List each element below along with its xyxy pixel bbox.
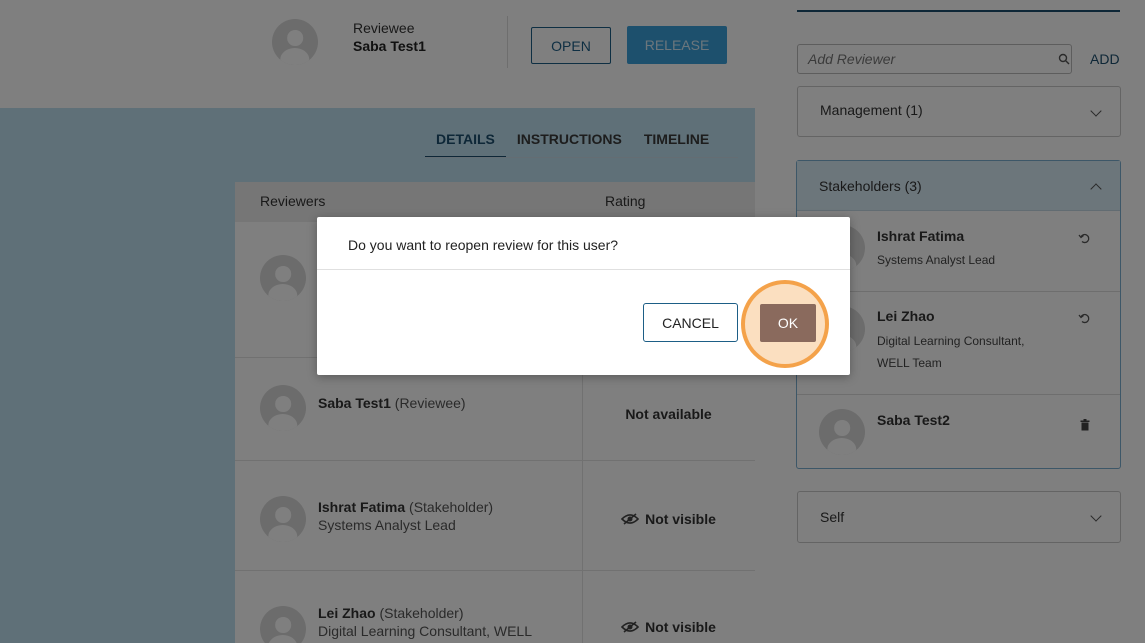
dialog-divider [317, 269, 850, 270]
confirm-dialog: Do you want to reopen review for this us… [317, 217, 850, 375]
ok-button[interactable]: OK [760, 304, 816, 342]
dialog-message: Do you want to reopen review for this us… [348, 237, 619, 253]
cancel-button[interactable]: CANCEL [643, 303, 738, 342]
